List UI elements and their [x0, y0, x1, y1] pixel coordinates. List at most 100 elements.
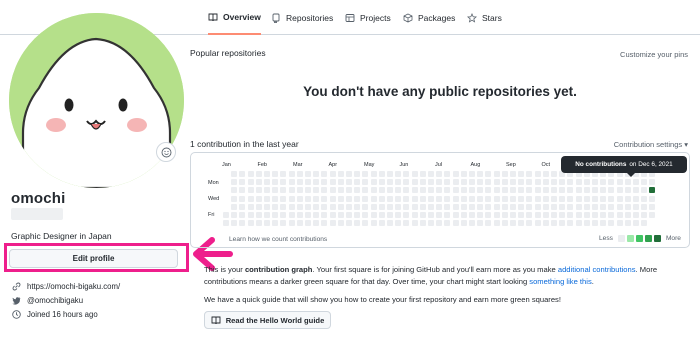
- contribution-day-cell[interactable]: [616, 212, 623, 218]
- contribution-day-cell[interactable]: [526, 220, 533, 227]
- contribution-day-cell[interactable]: [460, 195, 467, 202]
- contribution-day-cell[interactable]: [280, 187, 287, 194]
- contribution-day-cell[interactable]: [288, 187, 295, 194]
- contribution-day-cell[interactable]: [501, 212, 508, 218]
- contribution-day-cell[interactable]: [510, 179, 516, 186]
- contribution-day-cell[interactable]: [288, 195, 295, 202]
- contribution-day-cell[interactable]: [419, 212, 426, 218]
- contribution-day-cell[interactable]: [608, 195, 615, 202]
- contribution-day-cell[interactable]: [436, 171, 443, 177]
- contribution-day-cell[interactable]: [518, 203, 525, 210]
- contribution-day-cell[interactable]: [436, 220, 443, 227]
- contribution-day-cell[interactable]: [477, 220, 484, 227]
- contribution-day-cell[interactable]: [477, 171, 484, 177]
- contribution-day-cell[interactable]: [518, 212, 525, 218]
- contribution-day-cell[interactable]: [395, 220, 402, 227]
- contribution-day-cell[interactable]: [649, 179, 656, 186]
- contribution-day-cell[interactable]: [444, 179, 451, 186]
- contribution-day-cell[interactable]: [313, 195, 320, 202]
- contribution-day-cell[interactable]: [272, 220, 279, 227]
- contribution-day-cell[interactable]: [378, 187, 385, 194]
- contribution-day-cell[interactable]: [231, 171, 238, 177]
- contribution-day-cell[interactable]: [526, 179, 533, 186]
- contribution-day-cell[interactable]: [477, 195, 484, 202]
- tab-repositories[interactable]: Repositories: [271, 0, 333, 35]
- contribution-day-cell[interactable]: [362, 179, 369, 186]
- contribution-day-cell[interactable]: [395, 171, 402, 177]
- contribution-day-cell[interactable]: [633, 187, 639, 194]
- contribution-day-cell[interactable]: [354, 203, 361, 210]
- contribution-day-cell[interactable]: [534, 220, 541, 227]
- contribution-day-cell[interactable]: [633, 195, 639, 202]
- contribution-day-cell[interactable]: [247, 179, 254, 186]
- contribution-day-cell[interactable]: [428, 187, 434, 194]
- contribution-day-cell[interactable]: [296, 179, 303, 186]
- contribution-day-cell[interactable]: [321, 203, 328, 210]
- contribution-day-cell[interactable]: [411, 179, 418, 186]
- contribution-day-cell[interactable]: [231, 212, 238, 218]
- contribution-day-cell[interactable]: [436, 187, 443, 194]
- contribution-day-cell[interactable]: [583, 195, 590, 202]
- contribution-day-cell[interactable]: [649, 187, 656, 194]
- tab-projects[interactable]: Projects: [345, 0, 391, 35]
- contribution-day-cell[interactable]: [469, 171, 475, 177]
- contribution-day-cell[interactable]: [444, 187, 451, 194]
- contribution-day-cell[interactable]: [534, 203, 541, 210]
- contribution-day-cell[interactable]: [296, 187, 303, 194]
- contribution-day-cell[interactable]: [239, 187, 246, 194]
- contribution-day-cell[interactable]: [542, 195, 549, 202]
- contribution-day-cell[interactable]: [428, 203, 434, 210]
- contribution-day-cell[interactable]: [624, 179, 631, 186]
- contribution-day-cell[interactable]: [329, 179, 336, 186]
- contribution-day-cell[interactable]: [255, 203, 262, 210]
- contribution-day-cell[interactable]: [551, 171, 557, 177]
- contribution-day-cell[interactable]: [608, 187, 615, 194]
- contribution-day-cell[interactable]: [600, 179, 607, 186]
- contribution-day-cell[interactable]: [534, 195, 541, 202]
- contribution-day-cell[interactable]: [387, 171, 393, 177]
- contribution-day-cell[interactable]: [616, 179, 623, 186]
- contribution-day-cell[interactable]: [518, 187, 525, 194]
- contribution-day-cell[interactable]: [305, 179, 311, 186]
- contribution-day-cell[interactable]: [428, 220, 434, 227]
- contribution-day-cell[interactable]: [419, 195, 426, 202]
- contribution-day-cell[interactable]: [460, 187, 467, 194]
- contribution-day-cell[interactable]: [477, 187, 484, 194]
- contribution-day-cell[interactable]: [493, 179, 500, 186]
- contribution-day-cell[interactable]: [419, 203, 426, 210]
- contribution-day-cell[interactable]: [428, 179, 434, 186]
- contribution-day-cell[interactable]: [428, 195, 434, 202]
- contribution-day-cell[interactable]: [534, 171, 541, 177]
- contribution-day-cell[interactable]: [264, 187, 270, 194]
- contribution-day-cell[interactable]: [469, 220, 475, 227]
- contribution-day-cell[interactable]: [313, 212, 320, 218]
- contribution-day-cell[interactable]: [231, 195, 238, 202]
- contribution-day-cell[interactable]: [296, 203, 303, 210]
- contribution-day-cell[interactable]: [354, 179, 361, 186]
- contribution-day-cell[interactable]: [305, 195, 311, 202]
- contribution-day-cell[interactable]: [313, 179, 320, 186]
- contribution-day-cell[interactable]: [370, 220, 377, 227]
- contribution-day-cell[interactable]: [255, 171, 262, 177]
- contribution-day-cell[interactable]: [542, 187, 549, 194]
- contribution-day-cell[interactable]: [313, 203, 320, 210]
- contribution-day-cell[interactable]: [649, 203, 656, 210]
- contribution-day-cell[interactable]: [436, 179, 443, 186]
- contribution-day-cell[interactable]: [452, 203, 459, 210]
- contribution-day-cell[interactable]: [510, 187, 516, 194]
- contribution-day-cell[interactable]: [641, 195, 648, 202]
- contribution-day-cell[interactable]: [305, 212, 311, 218]
- contribution-day-cell[interactable]: [419, 220, 426, 227]
- contribution-day-cell[interactable]: [395, 179, 402, 186]
- contribution-day-cell[interactable]: [477, 203, 484, 210]
- tab-overview[interactable]: Overview: [208, 0, 261, 35]
- contribution-day-cell[interactable]: [411, 195, 418, 202]
- contribution-day-cell[interactable]: [575, 203, 582, 210]
- contribution-day-cell[interactable]: [313, 187, 320, 194]
- tab-packages[interactable]: Packages: [403, 0, 455, 35]
- contribution-day-cell[interactable]: [534, 179, 541, 186]
- contribution-day-cell[interactable]: [551, 203, 557, 210]
- contribution-day-cell[interactable]: [272, 179, 279, 186]
- edit-profile-button[interactable]: Edit profile: [9, 249, 178, 268]
- contribution-day-cell[interactable]: [583, 187, 590, 194]
